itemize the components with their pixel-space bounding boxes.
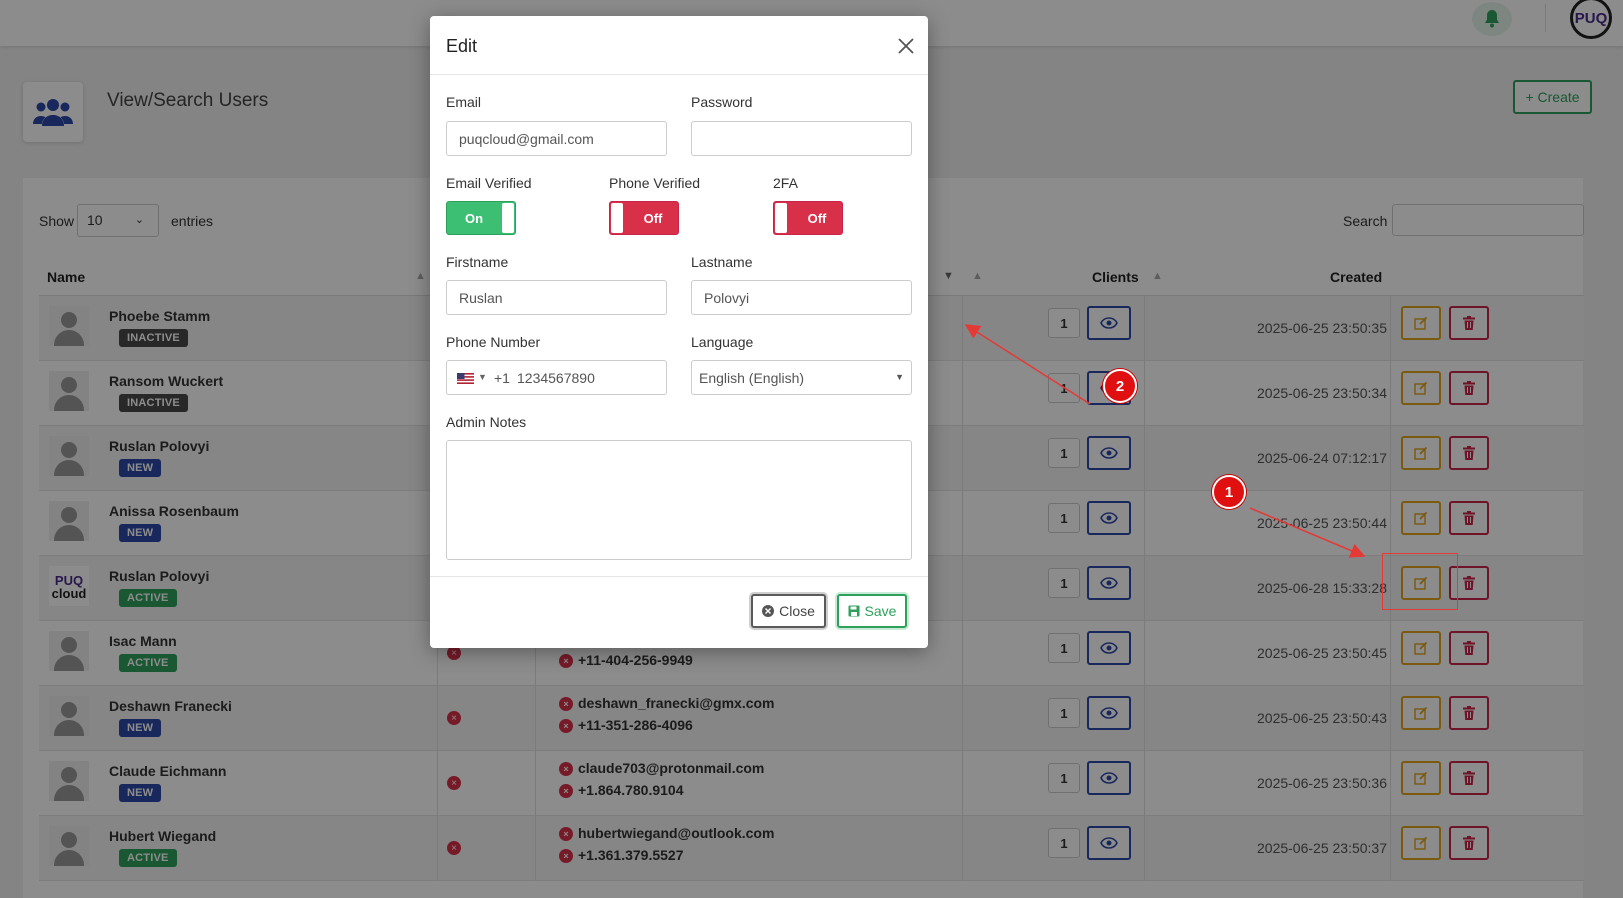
- chevron-down-icon: ▼: [895, 372, 904, 382]
- modal-footer-divider: [430, 576, 928, 577]
- save-button[interactable]: Save: [837, 594, 907, 628]
- toggle-knob: [502, 203, 514, 233]
- us-flag-icon[interactable]: [457, 373, 474, 384]
- save-button-label: Save: [864, 603, 897, 619]
- country-caret-icon[interactable]: ▼: [478, 372, 487, 382]
- firstname-field[interactable]: Ruslan: [446, 280, 667, 315]
- lastname-label: Lastname: [691, 254, 753, 270]
- phone-number-field[interactable]: ▼ +1 1234567890: [446, 360, 667, 395]
- email-verified-state: On: [464, 211, 484, 226]
- phone-verified-state: Off: [643, 211, 663, 226]
- floppy-disk-icon: [848, 605, 860, 617]
- password-field[interactable]: [691, 121, 912, 156]
- email-field[interactable]: puqcloud@gmail.com: [446, 121, 667, 156]
- twofa-label: 2FA: [773, 175, 798, 191]
- close-circle-icon: [762, 605, 775, 617]
- close-button-label: Close: [779, 603, 815, 619]
- twofa-toggle[interactable]: Off: [773, 201, 843, 235]
- toggle-knob: [611, 203, 623, 233]
- annotation-highlight-box: [1382, 553, 1458, 610]
- close-button[interactable]: Close: [751, 594, 826, 628]
- lastname-field[interactable]: Polovyi: [691, 280, 912, 315]
- twofa-state: Off: [807, 211, 827, 226]
- phone-country-code: +1: [494, 370, 510, 386]
- email-verified-toggle[interactable]: On: [446, 201, 516, 235]
- email-label: Email: [446, 94, 482, 110]
- modal-title: Edit: [446, 36, 478, 56]
- email-verified-label: Email Verified: [446, 175, 532, 191]
- modal-header: Edit: [430, 16, 928, 75]
- admin-notes-label: Admin Notes: [446, 414, 527, 430]
- language-select[interactable]: English (English) ▼: [691, 360, 912, 395]
- password-label: Password: [691, 94, 753, 110]
- annotation-marker-1: 1: [1212, 475, 1246, 509]
- edit-user-modal: Edit Email puqcloud@gmail.com Password E…: [430, 16, 928, 648]
- firstname-label: Firstname: [446, 254, 509, 270]
- toggle-knob: [775, 203, 787, 233]
- language-value: English (English): [699, 370, 805, 386]
- close-icon[interactable]: [894, 34, 918, 58]
- phone-verified-label: Phone Verified: [609, 175, 701, 191]
- language-label: Language: [691, 334, 754, 350]
- phone-number-label: Phone Number: [446, 334, 541, 350]
- annotation-marker-2: 2: [1103, 369, 1137, 403]
- phone-verified-toggle[interactable]: Off: [609, 201, 679, 235]
- phone-number-value: 1234567890: [517, 370, 595, 386]
- admin-notes-textarea[interactable]: [446, 440, 912, 560]
